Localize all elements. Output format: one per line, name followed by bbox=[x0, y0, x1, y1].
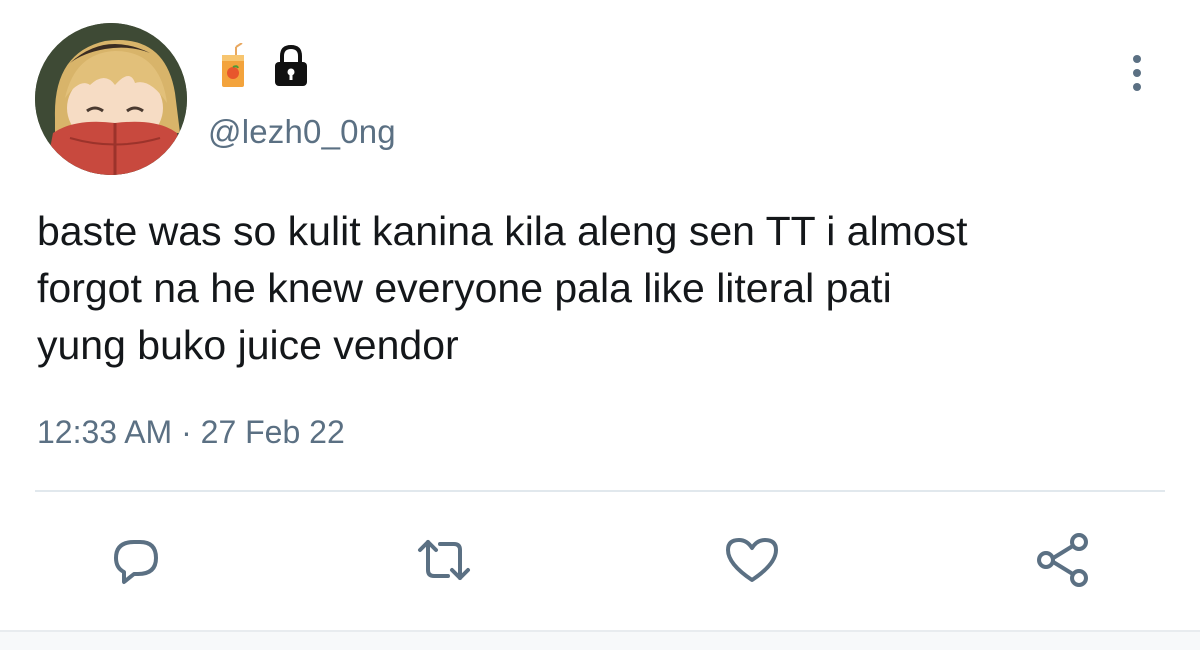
display-name-icons bbox=[218, 41, 312, 94]
divider bbox=[35, 490, 1165, 492]
share-icon bbox=[1037, 533, 1088, 587]
like-button[interactable] bbox=[720, 528, 784, 592]
reply-button[interactable] bbox=[104, 528, 168, 592]
like-icon bbox=[726, 538, 778, 582]
tweet-actions bbox=[0, 528, 1200, 592]
share-button[interactable] bbox=[1030, 528, 1094, 592]
reply-icon bbox=[114, 540, 158, 584]
user-handle[interactable]: @lezh0_0ng bbox=[208, 113, 396, 151]
juice-box-icon bbox=[218, 41, 248, 94]
tweet-text: baste was so kulit kanina kila aleng sen… bbox=[37, 208, 968, 368]
lock-icon bbox=[270, 43, 312, 94]
more-options-icon[interactable] bbox=[1125, 52, 1149, 96]
retweet-icon bbox=[418, 540, 470, 580]
avatar[interactable] bbox=[35, 23, 187, 175]
tweet-timestamp[interactable]: 12:33 AM · 27 Feb 22 bbox=[37, 414, 345, 451]
footer-strip bbox=[0, 632, 1200, 650]
retweet-button[interactable] bbox=[412, 528, 476, 592]
avatar-image bbox=[35, 23, 187, 175]
